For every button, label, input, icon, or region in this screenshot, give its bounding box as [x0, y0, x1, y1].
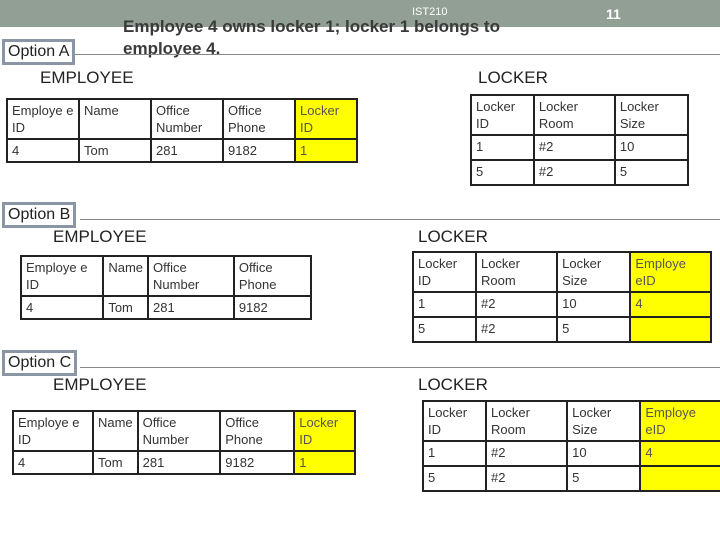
header-cell: Locker Room	[484, 400, 569, 442]
table-header-row: Employe e ID Name Office Number Office P…	[19, 255, 313, 297]
table-header-row: Locker ID Locker Room Locker Size Employ…	[412, 251, 712, 293]
cell: #2	[474, 316, 559, 343]
cell: 4	[19, 295, 105, 320]
cell: 10	[556, 291, 632, 318]
cell: 5	[422, 465, 487, 492]
table-row: 4 Tom 281 9182	[19, 295, 313, 320]
cell: 10	[566, 440, 642, 467]
cell-highlight: 1	[294, 138, 358, 163]
option-c-employee-table: Employe e ID Name Office Number Office P…	[12, 410, 356, 475]
header-cell: Office Phone	[219, 410, 296, 452]
divider-c	[80, 367, 720, 368]
header-cell: Office Number	[150, 98, 224, 140]
header-cell: Locker ID	[412, 251, 477, 293]
cell-highlight: 4	[639, 440, 720, 467]
table-row: 1 #2 10 4	[412, 291, 712, 318]
header-cell: Employe e ID	[12, 410, 94, 452]
table-header-row: Locker ID Locker Room Locker Size	[470, 94, 690, 136]
cell: 5	[470, 159, 535, 186]
cell: 1	[412, 291, 477, 318]
cell: #2	[532, 159, 616, 186]
cell: 10	[613, 134, 690, 161]
cell: 9182	[222, 138, 296, 163]
cell-highlight	[629, 316, 712, 343]
table-row: 5 #2 5	[470, 159, 690, 186]
option-b-employee-table: Employe e ID Name Office Number Office P…	[19, 255, 313, 320]
cell: 5	[613, 159, 690, 186]
header-cell: Locker Size	[566, 400, 642, 442]
header-cell: Office Number	[136, 410, 222, 452]
header-cell: Locker Room	[532, 94, 616, 136]
table-row: 5 #2 5	[412, 316, 712, 343]
cell: 4	[6, 138, 80, 163]
header-cell: Office Phone	[222, 98, 296, 140]
header-cell: Locker ID	[470, 94, 535, 136]
option-a-employee-table: Employe e ID Name Office Number Office P…	[6, 98, 358, 163]
cell: #2	[484, 440, 569, 467]
cell: 1	[470, 134, 535, 161]
option-c-locker-title: LOCKER	[418, 375, 488, 394]
option-a-locker-table: Locker ID Locker Room Locker Size 1 #2 1…	[470, 94, 690, 186]
cell: 1	[422, 440, 487, 467]
option-c-locker-table: Locker ID Locker Room Locker Size Employ…	[422, 400, 720, 492]
cell-highlight: 4	[629, 291, 712, 318]
option-a-label: Option A	[2, 39, 76, 65]
table-row: 4 Tom 281 9182 1	[12, 450, 356, 475]
option-c-employee-title: EMPLOYEE	[53, 375, 147, 394]
cell: Tom	[78, 138, 152, 163]
table-row: 5 #2 5	[422, 465, 720, 492]
option-a-locker-title: LOCKER	[478, 68, 548, 87]
table-header-row: Locker ID Locker Room Locker Size Employ…	[422, 400, 720, 442]
cell: 5	[566, 465, 642, 492]
header-cell: Locker ID	[422, 400, 487, 442]
cell: #2	[484, 465, 569, 492]
option-b-label: Option B	[2, 202, 77, 228]
header-cell: Office Phone	[232, 255, 313, 297]
table-row: 1 #2 10 4	[422, 440, 720, 467]
header-cell: Employe e ID	[19, 255, 105, 297]
header-cell-highlight: Employe eID	[629, 251, 712, 293]
cell: 281	[147, 295, 235, 320]
page-number: 11	[606, 6, 621, 22]
cell: 9182	[219, 450, 296, 475]
table-row: 4 Tom 281 9182 1	[6, 138, 358, 163]
option-b-locker-title: LOCKER	[418, 227, 488, 246]
table-row: 1 #2 10	[470, 134, 690, 161]
option-b-employee-title: EMPLOYEE	[53, 227, 147, 246]
cell: 281	[150, 138, 224, 163]
cell: #2	[474, 291, 559, 318]
header-cell: Employe e ID	[6, 98, 80, 140]
table-header-row: Employe e ID Name Office Number Office P…	[6, 98, 358, 140]
header-cell: Name	[91, 410, 139, 452]
header-cell-highlight: Employe eID	[639, 400, 720, 442]
header-cell: Name	[102, 255, 150, 297]
table-header-row: Employe e ID Name Office Number Office P…	[12, 410, 356, 452]
divider-b	[80, 219, 720, 220]
cell-highlight	[639, 465, 720, 492]
cell: Tom	[102, 295, 150, 320]
cell: 281	[136, 450, 222, 475]
header-cell: Locker Size	[556, 251, 632, 293]
divider-a	[55, 54, 720, 55]
header-cell: Name	[78, 98, 152, 140]
option-a-employee-title: EMPLOYEE	[40, 68, 134, 87]
option-c-label: Option C	[2, 350, 78, 376]
header-cell: Office Number	[147, 255, 235, 297]
cell: Tom	[91, 450, 139, 475]
option-b-locker-table: Locker ID Locker Room Locker Size Employ…	[412, 251, 712, 343]
cell: 5	[556, 316, 632, 343]
cell: 4	[12, 450, 94, 475]
cell: 5	[412, 316, 477, 343]
header-cell-highlight: Locker ID	[294, 98, 358, 140]
header-cell: Locker Room	[474, 251, 559, 293]
header-cell: Locker Size	[613, 94, 690, 136]
cell-highlight: 1	[293, 450, 356, 475]
header-cell-highlight: Locker ID	[293, 410, 356, 452]
cell: 9182	[232, 295, 313, 320]
cell: #2	[532, 134, 616, 161]
